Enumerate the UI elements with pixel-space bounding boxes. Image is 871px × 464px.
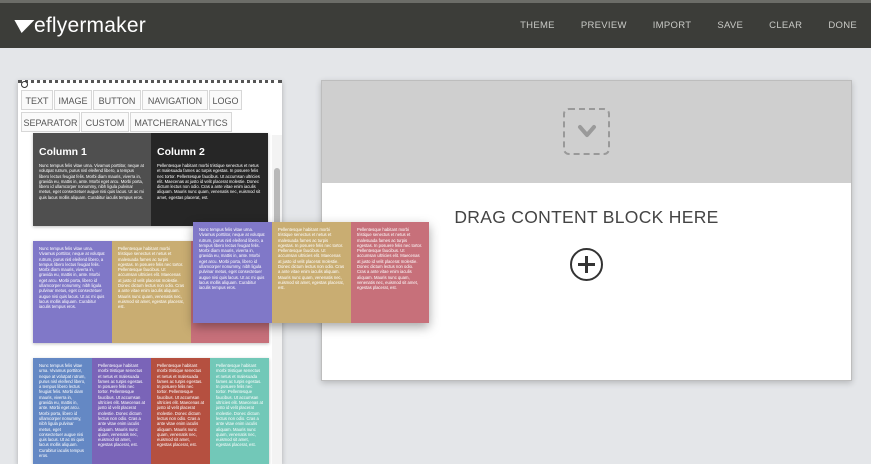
panel-close-icon[interactable] — [21, 81, 28, 88]
app-logo[interactable]: eflyermaker — [11, 14, 146, 38]
menu-import[interactable]: IMPORT — [653, 20, 692, 31]
dragged-column-tan: Pellentesque habitant morbi tristique se… — [272, 222, 351, 323]
menu-theme[interactable]: THEME — [520, 20, 555, 31]
column-text: Pellentesque habitant morbi tristique se… — [216, 363, 264, 448]
menu-clear[interactable]: CLEAR — [769, 20, 802, 31]
tab-text[interactable]: TEXT — [21, 90, 53, 110]
tab-separator[interactable]: SEPARATOR — [21, 112, 80, 132]
block-column-violet: Pellentesque habitant morbi tristique se… — [92, 358, 151, 464]
block-two-column-dark[interactable]: Column 1 Nunc tempus felis vitae urna. V… — [33, 133, 268, 226]
block-column-blue: Nunc tempus felis vitae urna. Vivamus po… — [33, 358, 92, 464]
logo-text: eflyermaker — [34, 14, 146, 37]
panel-drag-handle[interactable] — [18, 80, 282, 88]
eflyermaker-logo-icon — [11, 19, 35, 33]
dragged-column-rose: Pellentesque habitant morbi tristique se… — [351, 222, 429, 323]
block-four-column[interactable]: Nunc tempus felis vitae urna. Vivamus po… — [33, 358, 269, 464]
tab-logo[interactable]: LOGO — [209, 90, 242, 110]
dragged-block-three-column[interactable]: Nunc tempus felis vitae urna. Vivamus po… — [193, 222, 429, 323]
column-text: Pellentesque habitant morbi tristique se… — [118, 246, 185, 310]
column-2-title: Column 2 — [157, 146, 205, 158]
menu-done[interactable]: DONE — [828, 20, 857, 31]
menu-save[interactable]: SAVE — [717, 20, 743, 31]
block-column-2: Column 2 Pellentesque habitant morbi tri… — [151, 133, 268, 226]
block-column-purple: Nunc tempus felis vitae urna. Vivamus po… — [33, 241, 112, 343]
column-text: Nunc tempus felis vitae urna. Vivamus po… — [199, 227, 265, 291]
tab-image[interactable]: IMAGE — [54, 90, 92, 110]
block-column-1: Column 1 Nunc tempus felis vitae urna. V… — [33, 133, 151, 226]
tab-button[interactable]: BUTTON — [93, 90, 141, 110]
column-text: Pellentesque habitant morbi tristique se… — [278, 227, 345, 291]
block-column-tan: Pellentesque habitant morbi tristique se… — [112, 241, 191, 343]
canvas-header-area — [322, 81, 851, 183]
column-text: Pellentesque habitant morbi tristique se… — [357, 227, 423, 291]
top-menu: THEME PREVIEW IMPORT SAVE CLEAR DONE — [494, 20, 857, 31]
block-column-teal: Pellentesque habitant morbi tristique se… — [210, 358, 269, 464]
column-1-title: Column 1 — [39, 146, 87, 158]
chevron-down-icon[interactable] — [563, 108, 610, 155]
tab-custom[interactable]: CUSTOM — [81, 112, 129, 132]
column-2-text: Pellentesque habitant morbi tristique se… — [157, 163, 261, 200]
column-text: Nunc tempus felis vitae urna. Vivamus po… — [39, 363, 86, 459]
column-text: Pellentesque habitant morbi tristique se… — [157, 363, 205, 448]
column-text: Nunc tempus felis vitae urna. Vivamus po… — [39, 246, 105, 310]
top-bar: eflyermaker THEME PREVIEW IMPORT SAVE CL… — [0, 0, 871, 48]
tab-navigation[interactable]: NAVIGATION — [142, 90, 208, 110]
column-1-text: Nunc tempus felis vitae urna. Vivamus po… — [39, 163, 144, 200]
plus-circle-icon[interactable] — [570, 248, 603, 281]
block-column-brick: Pellentesque habitant morbi tristique se… — [151, 358, 210, 464]
menu-preview[interactable]: PREVIEW — [581, 20, 627, 31]
column-text: Pellentesque habitant morbi tristique se… — [98, 363, 146, 448]
tab-matcheranalytics[interactable]: MATCHERANALYTICS — [130, 112, 232, 132]
dragged-column-purple: Nunc tempus felis vitae urna. Vivamus po… — [193, 222, 272, 323]
